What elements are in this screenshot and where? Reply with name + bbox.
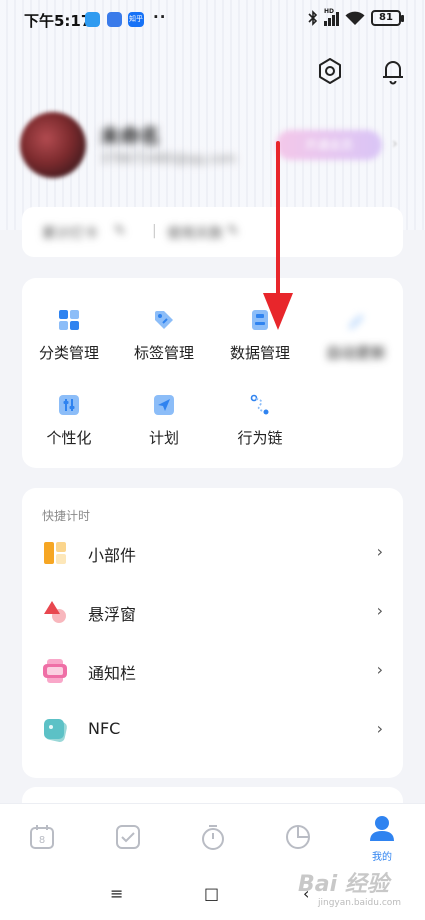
user-name[interactable]: 未命名 [100,120,160,149]
tag-icon [152,308,176,332]
features-card: 分类管理 标签管理 数据管理 自动更新 个性化 计划 行为链 [22,278,403,468]
list-item-label: 小部件 [88,546,137,565]
chevron-right-icon: › [376,542,383,561]
chevron-right-icon: › [376,601,383,620]
signal-icon: HD [324,8,339,26]
notification-bar-icon [43,659,67,683]
list-item-label: NFC [88,719,121,738]
widget-icon [44,542,66,564]
nfc-icon [44,719,67,742]
section-title: 快捷计时 [42,509,91,523]
list-item-nfc[interactable]: NFC › [22,701,403,759]
send-icon [152,393,176,417]
bell-icon[interactable] [378,56,408,86]
bluetooth-app-icon [107,12,122,27]
battery-icon: 81 [371,10,404,26]
chain-icon [248,393,272,417]
category-icon [57,308,81,332]
zhihu-app-icon: 知乎 [128,12,144,27]
feature-behavior-chain[interactable]: 行为链 [215,393,305,448]
check-icon[interactable] [113,822,143,852]
chevron-right-icon[interactable]: › [392,136,398,152]
sliders-icon [57,393,81,417]
chevron-right-icon: › [376,719,383,738]
profile-icon[interactable] [367,814,397,844]
bluetooth-icon [308,10,318,26]
edit-icon: ✎ [114,223,126,239]
divider: | [152,223,157,239]
feature-auto-update[interactable]: 自动更新 [311,308,401,363]
feature-label: 自动更新 [325,344,386,362]
feature-label: 行为链 [237,429,283,447]
data-icon [248,308,272,332]
app-notification-icon [85,12,100,27]
float-window-icon [44,601,66,623]
watermark: Bai 经验 [298,872,389,897]
feature-label: 个性化 [46,429,92,447]
list-item-float-window[interactable]: 悬浮窗 › [22,583,403,641]
stats-icon[interactable] [283,822,313,852]
status-time: 下午5:17 [24,12,92,30]
list-item-label: 通知栏 [88,664,137,683]
feature-tags[interactable]: 标签管理 [119,308,209,363]
calendar-icon[interactable]: 8 [27,822,57,852]
wifi-icon [345,11,365,25]
watermark-url: jingyan.baidu.com [318,898,402,908]
tab-label-mine[interactable]: 我的 [367,848,397,863]
stats-card[interactable]: 累计打卡 ✎ | 使用天数 ✎ [22,207,403,257]
timer-icon[interactable] [198,822,228,852]
pen-icon [344,308,368,332]
user-email: 378672480@qq.com [100,152,236,167]
feature-data[interactable]: 数据管理 [215,308,305,363]
edit-icon: ✎ [227,223,239,239]
feature-label: 计划 [148,429,179,447]
list-item-label: 悬浮窗 [88,605,137,624]
svg-text:8: 8 [39,835,45,846]
menu-icon[interactable]: ≡ [110,884,123,903]
more-notifications-indicator: ·· [153,8,167,26]
quick-timer-card: 快捷计时 小部件 › 悬浮窗 › 通知栏 › NFC › [22,488,403,778]
bottom-tab-bar: 8 我的 [0,803,425,870]
feature-label: 数据管理 [229,344,290,362]
feature-plan[interactable]: 计划 [119,393,209,448]
list-item-notification-bar[interactable]: 通知栏 › [22,642,403,700]
vip-button[interactable]: 开通会员 [276,130,382,160]
stat-left-label: 累计打卡 [42,226,98,242]
status-bar: 下午5:17 知乎 ·· HD 81 [0,0,425,40]
feature-label: 分类管理 [38,344,99,362]
feature-personalize[interactable]: 个性化 [24,393,114,448]
list-item-widget[interactable]: 小部件 › [22,524,403,582]
stat-right-label: 使用天数 [167,226,223,242]
avatar[interactable] [20,112,86,178]
home-icon[interactable]: □ [204,884,219,903]
feature-category[interactable]: 分类管理 [24,308,114,363]
chevron-right-icon: › [376,660,383,679]
feature-label: 标签管理 [133,344,194,362]
settings-icon[interactable] [315,56,345,86]
